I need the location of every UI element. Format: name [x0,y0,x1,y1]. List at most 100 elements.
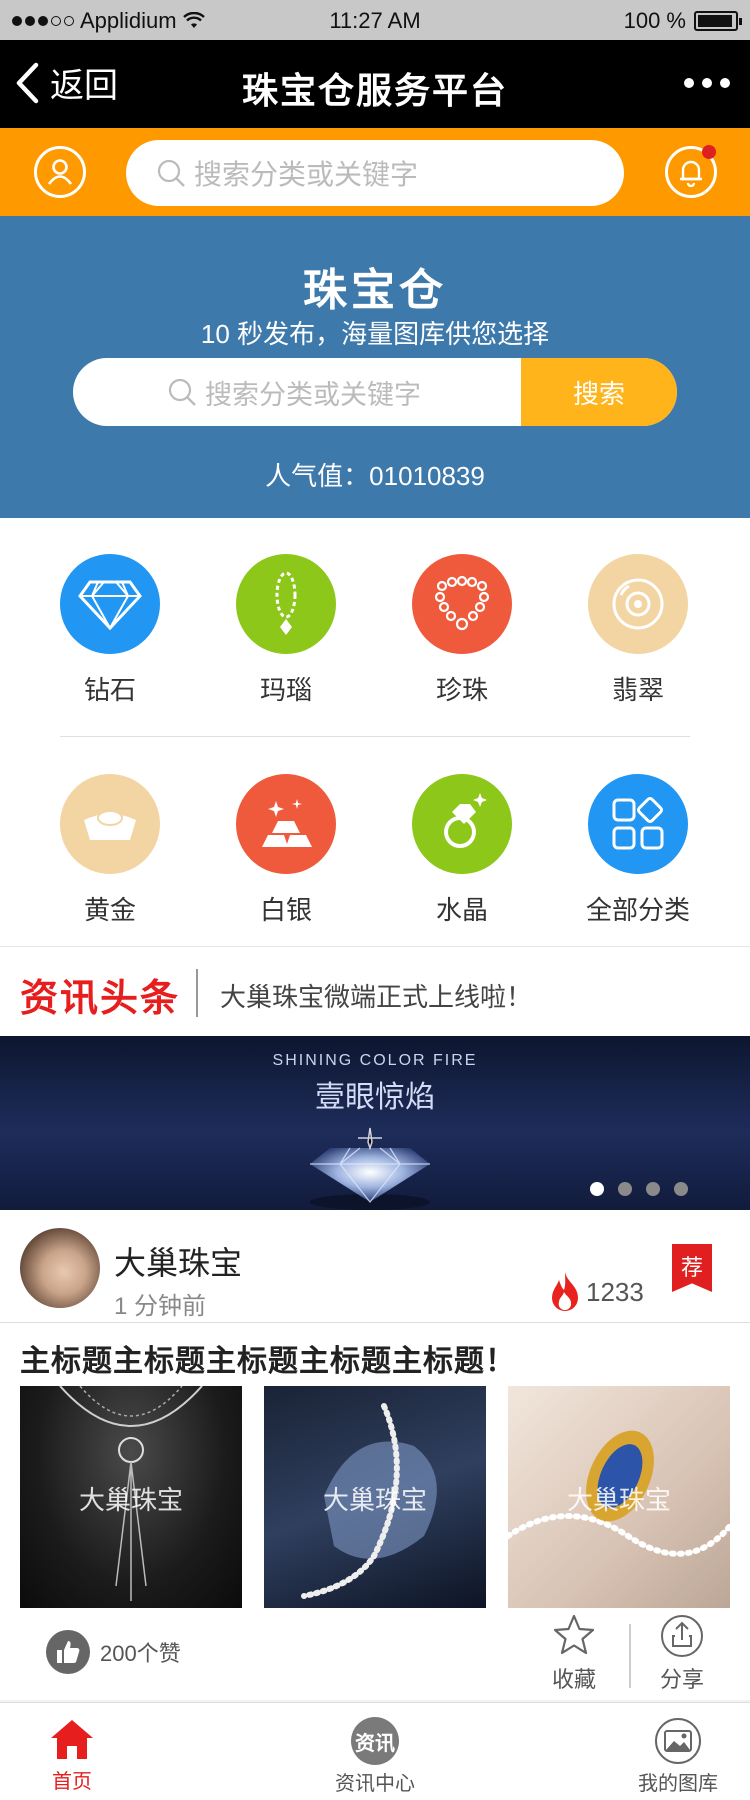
news-headline-link[interactable]: 大巢珠宝微端正式上线啦！ [220,977,532,1014]
share-label: 分享 [659,1667,704,1692]
category-diamond[interactable]: 钻石 [22,554,198,707]
gold-ingot-icon [60,774,160,874]
diamond-icon [60,554,160,654]
all-categories-icon [588,774,688,874]
category-divider [60,736,690,737]
category-label: 珍珠 [435,675,488,705]
post-title[interactable]: 主标题主标题主标题主标题主标题！ [20,1336,516,1380]
tab-label: 首页 [52,1771,92,1793]
news-icon: 资讯 [351,1717,399,1765]
news-divider [196,969,198,1017]
action-divider [629,1624,631,1688]
battery-info: 100 % [623,8,742,34]
avatar[interactable] [20,1228,100,1308]
page-title: 珠宝仓服务平台 [241,70,508,111]
pearl-necklace-icon [412,554,512,654]
top-search-input[interactable]: 搜索分类或关键字 [126,140,624,206]
user-icon [47,159,73,185]
category-all[interactable]: 全部分类 [550,774,726,927]
post-author[interactable]: 大巢珠宝 [114,1238,242,1284]
gallery-icon [655,1718,701,1764]
hero-title: 珠宝仓 [303,266,447,315]
bell-icon [680,160,702,187]
category-pearl[interactable]: 珍珠 [374,554,550,707]
tab-label: 我的图库 [638,1773,718,1795]
category-label: 黄金 [83,895,136,925]
tab-news[interactable]: 资讯 资讯中心 [305,1717,445,1796]
category-grid: 钻石 玛瑙 珍珠 翡翠 黄金 白银 水晶 全部分类 [0,518,750,946]
search-button[interactable]: 搜索 [521,358,677,426]
nav-bar: 返回 珠宝仓服务平台 [0,40,750,128]
like-count: 200个赞 [100,1641,181,1666]
category-crystal[interactable]: 水晶 [374,774,550,927]
post-divider [0,1322,750,1323]
pager-dot[interactable] [590,1182,604,1196]
category-label: 翡翠 [611,675,664,705]
post-thumbnail[interactable]: 大巢珠宝 [264,1386,486,1608]
category-label: 玛瑙 [259,675,312,705]
notification-button[interactable] [665,145,717,198]
banner-pager [590,1182,688,1196]
top-search-bar: 搜索分类或关键字 [0,128,750,216]
recommended-badge: 荐 [672,1244,712,1292]
hot-count-value: 1233 [586,1276,644,1307]
post-thumbnail[interactable]: 大巢珠宝 [508,1386,730,1608]
post-card: 大巢珠宝 1 分钟前 1233 荐 主标题主标题主标题主标题主标题！ 大巢珠宝 … [0,1210,750,1700]
post-time: 1 分钟前 [114,1293,207,1320]
home-icon [51,1720,93,1759]
hero-search-bar: 搜索分类或关键字 搜索 [73,358,677,426]
tab-home[interactable]: 首页 [2,1717,142,1794]
share-button[interactable]: 分享 [642,1614,722,1694]
tab-label: 资讯中心 [335,1773,415,1795]
category-label: 水晶 [435,895,488,925]
category-silver[interactable]: 白银 [198,774,374,927]
jade-disc-icon [588,554,688,654]
category-label: 钻石 [83,675,136,705]
hero-section: 珠宝仓 10 秒发布，海量图库供您选择 搜索分类或关键字 搜索 人气值：0101… [0,216,750,518]
post-thumbnail[interactable]: 大巢珠宝 [20,1386,242,1608]
status-bar: Applidium 11:27 AM 100 % [0,0,750,40]
search-icon [157,159,185,187]
category-label: 白银 [259,895,312,925]
thumbs-up-icon [46,1630,90,1674]
hero-search-placeholder: 搜索分类或关键字 [205,379,421,410]
pager-dot[interactable] [646,1182,660,1196]
banner-title-cn: 壹眼惊焰 [315,1080,435,1115]
category-gold[interactable]: 黄金 [22,774,198,927]
thumbnail-watermark: 大巢珠宝 [566,1485,671,1515]
news-ticker: 资讯头条 大巢珠宝微端正式上线啦！ [0,946,750,1036]
banner-title-en: SHINING COLOR FIRE [272,1052,478,1069]
crystal-ring-icon [412,774,512,874]
user-profile-button[interactable] [34,146,86,198]
top-search-placeholder: 搜索分类或关键字 [194,159,419,190]
flame-icon [552,1272,578,1311]
hero-subtitle: 10 秒发布，海量图库供您选择 [200,319,550,349]
battery-icon [694,11,742,31]
thumbnail-watermark: 大巢珠宝 [322,1485,427,1515]
category-jade[interactable]: 翡翠 [550,554,726,707]
notification-badge [702,145,716,159]
share-icon [661,1615,703,1657]
silver-bars-icon [236,774,336,874]
pager-dot[interactable] [618,1182,632,1196]
star-icon [553,1614,595,1655]
diamond-image [310,1127,430,1210]
category-agate[interactable]: 玛瑙 [198,554,374,707]
promo-banner[interactable]: SHINING COLOR FIRE 壹眼惊焰 [0,1036,750,1210]
search-icon [168,378,196,406]
tab-bar: 首页 资讯 资讯中心 我的图库 [0,1702,750,1800]
thumbnail-watermark: 大巢珠宝 [78,1485,183,1515]
more-icon[interactable] [684,78,730,88]
tab-gallery[interactable]: 我的图库 [608,1717,748,1796]
news-tag: 资讯头条 [20,975,181,1020]
category-label: 全部分类 [585,895,690,925]
agate-icon [236,554,336,654]
like-button[interactable]: 200个赞 [46,1630,181,1674]
pager-dot[interactable] [674,1182,688,1196]
favorite-button[interactable]: 收藏 [534,1614,614,1694]
battery-percent: 100 % [623,8,686,33]
hot-count: 1233 [548,1270,644,1314]
hero-search-input[interactable]: 搜索分类或关键字 [73,358,521,426]
popularity-counter: 人气值：01010839 [265,461,485,491]
favorite-label: 收藏 [551,1667,596,1692]
